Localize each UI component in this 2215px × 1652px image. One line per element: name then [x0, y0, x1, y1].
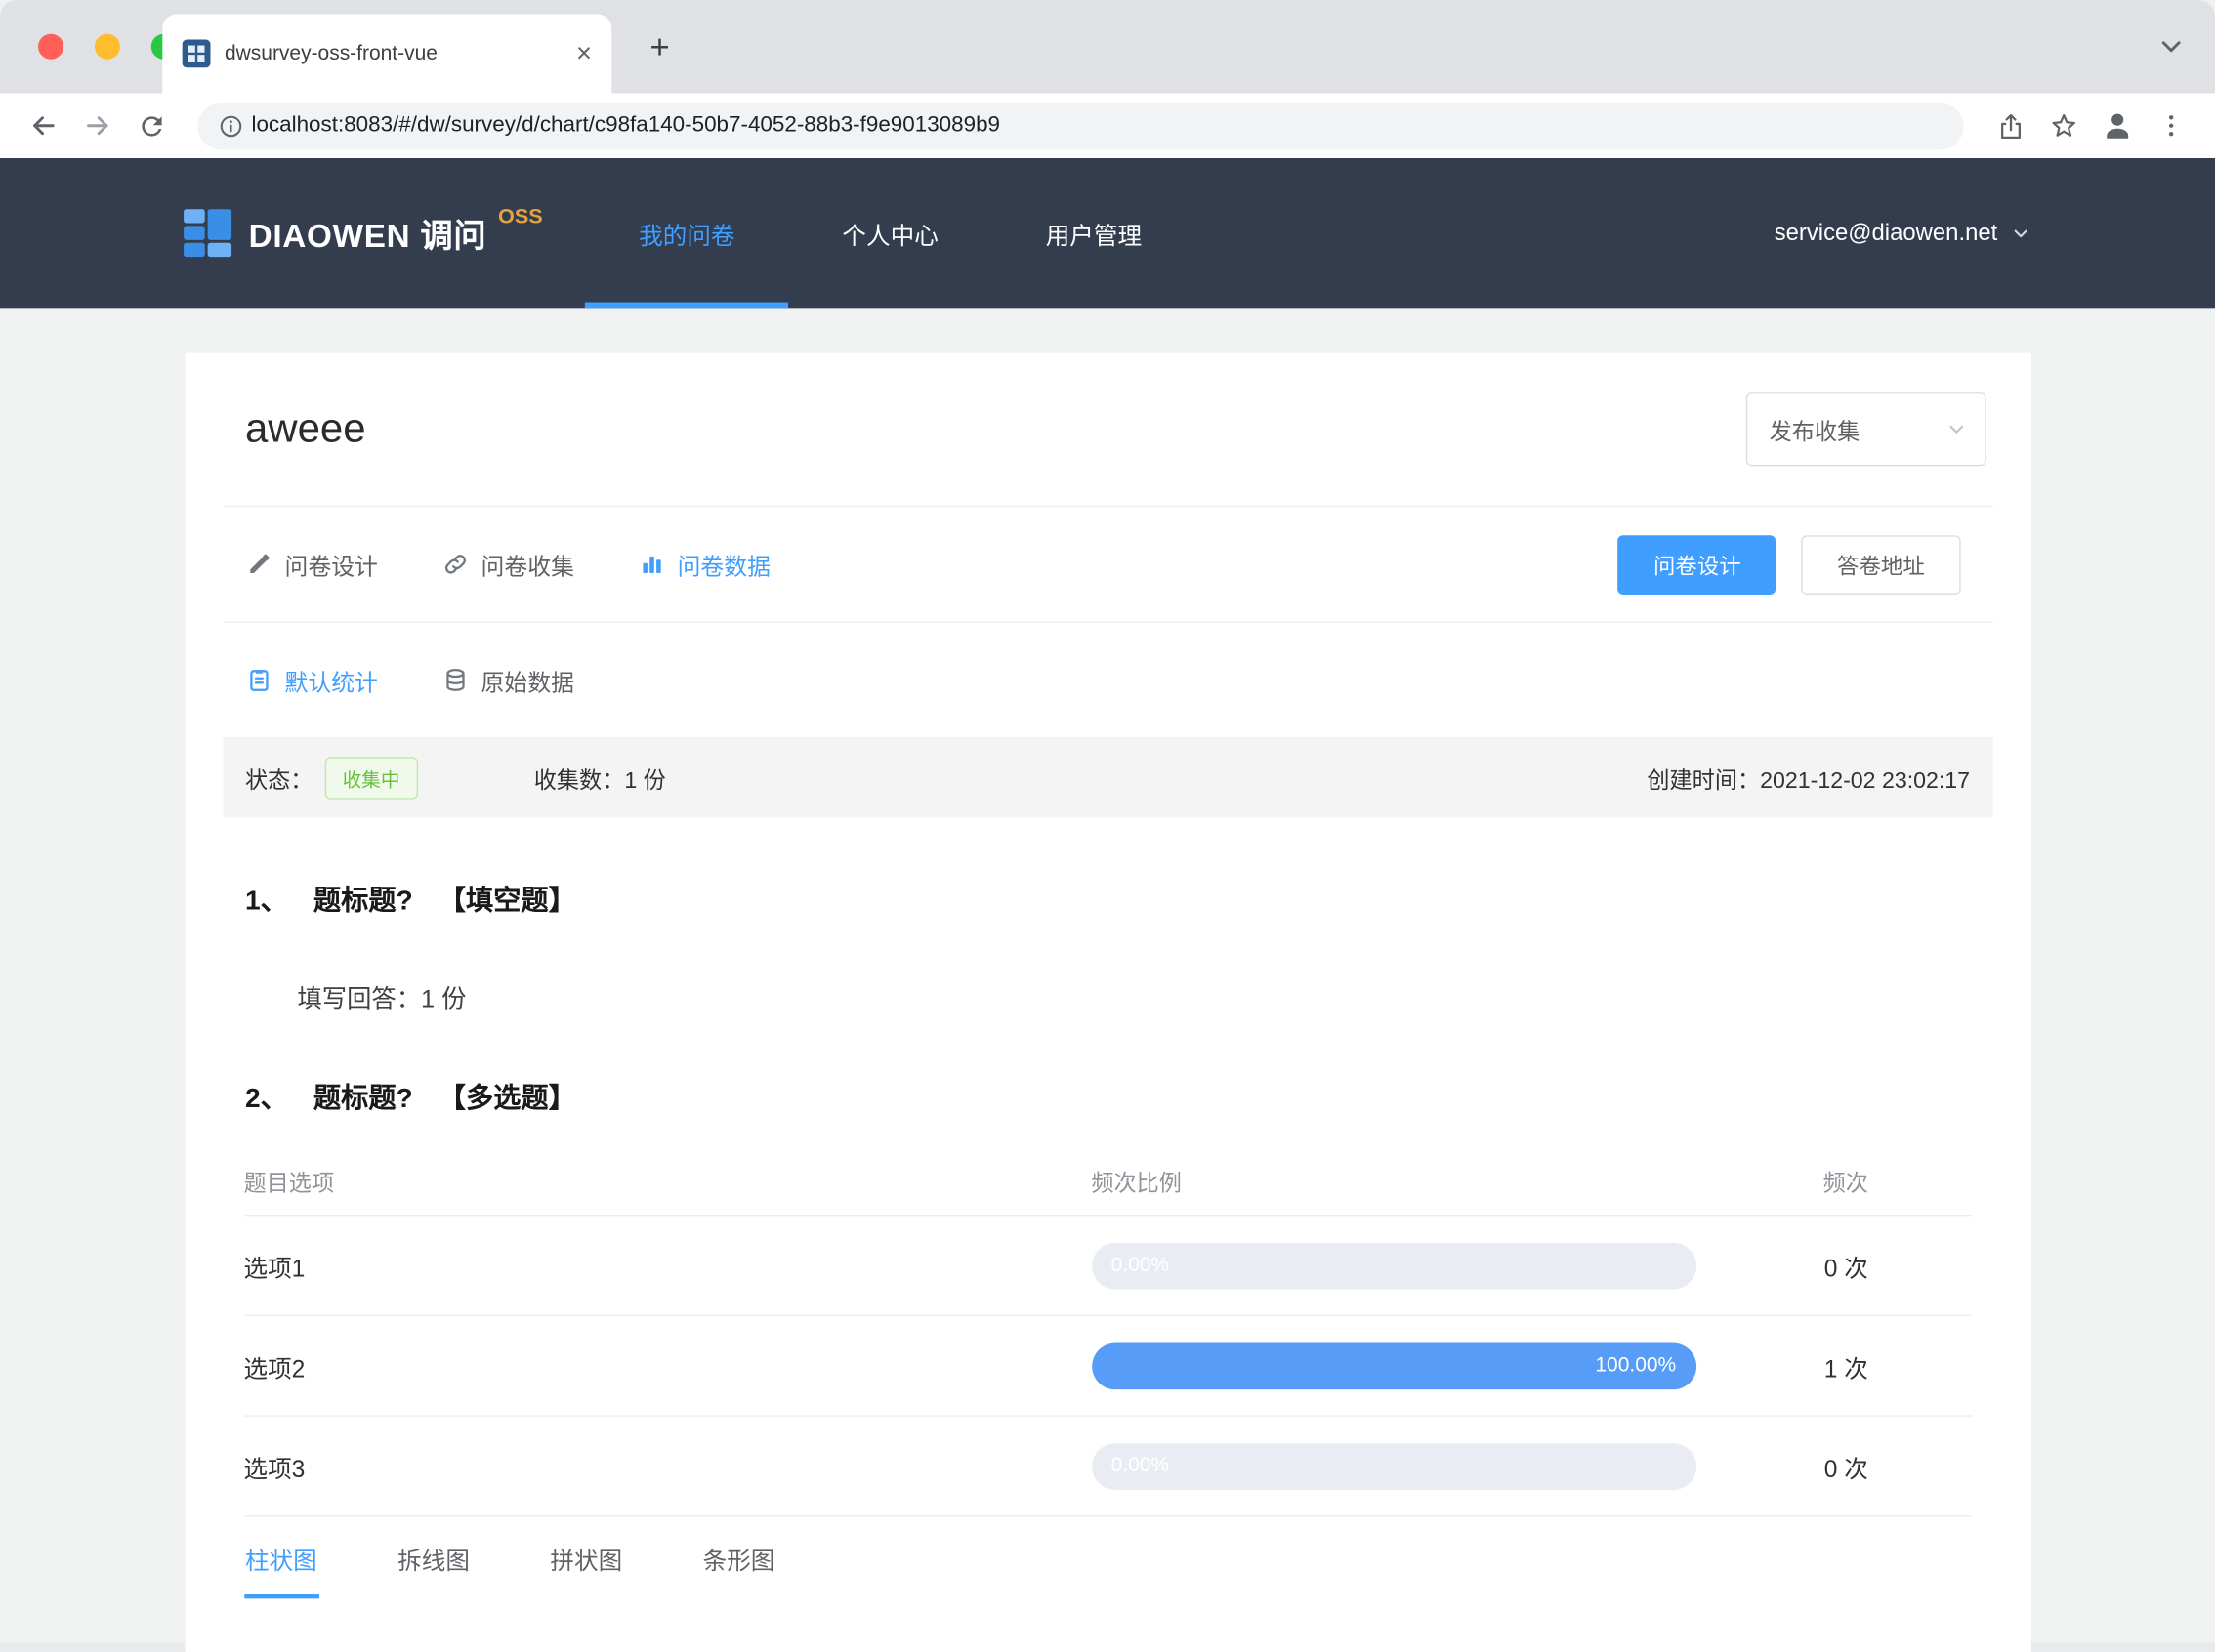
tab-survey-data[interactable]: 问卷数据	[638, 547, 771, 581]
status-bar: 状态： 收集中 收集数：1 份 创建时间：2021-12-02 23:02:17	[222, 737, 1993, 818]
col-header-frequency: 频次	[1822, 1172, 1868, 1197]
option-label: 选项3	[243, 1455, 306, 1483]
answer-address-button[interactable]: 答卷地址	[1801, 534, 1960, 595]
toolbar-actions	[1984, 99, 2198, 152]
app-header: DIAOWEN 调问 OSS 我的问卷 个人中心 用户管理 service@di…	[0, 158, 2215, 309]
site-info-icon[interactable]	[209, 104, 251, 146]
publish-collect-dropdown[interactable]: 发布收集	[1745, 392, 1985, 467]
created-time: 创建时间：2021-12-02 23:02:17	[1647, 768, 1971, 794]
section-tab-row: 问卷设计 问卷收集 问卷数据 问卷设计 答卷地址	[185, 507, 2030, 621]
question-2-title: 2、 题标题? 【多选题】	[244, 1083, 576, 1115]
macos-window-controls	[38, 33, 177, 60]
pencil-icon	[245, 551, 272, 577]
tab-title: dwsurvey-oss-front-vue	[224, 42, 438, 65]
tab-raw-data[interactable]: 原始数据	[441, 663, 574, 697]
frequency-value: 0 次	[1823, 1255, 1868, 1282]
progress-bar: 100.00%	[1091, 1342, 1696, 1389]
nav-item-my-surveys[interactable]: 我的问卷	[585, 158, 789, 309]
database-icon	[441, 667, 468, 693]
brand-name: DIAOWEN 调问	[248, 217, 487, 255]
progress-bar: 0.00%	[1091, 1442, 1696, 1490]
tab-survey-collect[interactable]: 问卷收集	[441, 547, 574, 581]
chevron-down-icon	[1944, 418, 1967, 440]
option-label: 选项1	[243, 1255, 306, 1282]
table-header-row: 题目选项 频次比例 频次	[244, 1147, 1972, 1215]
frequency-value: 0 次	[1823, 1455, 1868, 1483]
option-label: 选项2	[243, 1354, 306, 1383]
option-frequency-table: 题目选项 频次比例 频次 选项1 0.00% 0 次 选项2 100.00% 1…	[243, 1147, 1972, 1517]
browser-toolbar: localhost:8083/#/dw/survey/d/chart/c98fa…	[0, 93, 2215, 159]
bookmark-star-icon[interactable]	[2037, 99, 2091, 152]
table-row: 选项2 100.00% 1 次	[243, 1314, 1972, 1416]
header-actions: 问卷设计 答卷地址	[1617, 534, 1960, 595]
status-badge: 收集中	[323, 756, 419, 799]
close-window-button[interactable]	[38, 33, 64, 60]
tab-favicon-icon	[182, 39, 211, 68]
link-icon	[441, 551, 468, 577]
account-email: service@diaowen.net	[1774, 219, 1998, 245]
survey-title: aweee	[244, 406, 366, 452]
survey-card: aweee 发布收集 问卷设计 问卷收集 问卷数据 问卷设计 答卷地址 默认统计…	[184, 352, 2031, 1652]
account-menu[interactable]: service@diaowen.net	[1775, 158, 2031, 308]
share-icon[interactable]	[1984, 99, 2037, 152]
address-bar[interactable]: localhost:8083/#/dw/survey/d/chart/c98fa…	[197, 102, 1964, 149]
table-row: 选项3 0.00% 0 次	[243, 1415, 1972, 1515]
survey-header: aweee 发布收集	[185, 353, 2030, 467]
stat-tab-row: 默认统计 原始数据	[185, 623, 2030, 737]
question-1-title: 1、 题标题? 【填空题】	[244, 885, 576, 917]
table-row: 选项1 0.00% 0 次	[243, 1214, 1972, 1315]
tab-search-chevron-icon[interactable]	[2155, 31, 2187, 62]
tab-column-chart[interactable]: 柱状图	[243, 1516, 319, 1599]
col-header-ratio: 频次比例	[1091, 1172, 1182, 1197]
bar-label: 100.00%	[1595, 1353, 1677, 1377]
main-navigation: 我的问卷 个人中心 用户管理	[585, 158, 1195, 309]
question-1-answer: 填写回答：1 份	[297, 984, 467, 1013]
tab-close-icon[interactable]: ×	[576, 40, 592, 66]
nav-item-user-management[interactable]: 用户管理	[992, 158, 1195, 308]
diaowen-logo-icon	[184, 209, 232, 258]
forward-icon[interactable]	[70, 99, 124, 152]
browser-menu-icon[interactable]	[2145, 99, 2198, 152]
app-logo[interactable]: DIAOWEN 调问 OSS	[184, 158, 543, 308]
frequency-value: 1 次	[1823, 1354, 1868, 1383]
minimize-window-button[interactable]	[94, 33, 120, 60]
survey-design-button[interactable]: 问卷设计	[1617, 534, 1776, 595]
page-body: aweee 发布收集 问卷设计 问卷收集 问卷数据 问卷设计 答卷地址 默认统计…	[0, 308, 2215, 1652]
status-label: 状态：	[244, 768, 313, 794]
browser-window: dwsurvey-oss-front-vue × + localhost:808…	[0, 0, 2215, 1652]
profile-avatar-icon[interactable]	[2091, 99, 2145, 152]
question-1: 1、 题标题? 【填空题】 填写回答：1 份	[185, 877, 2030, 1015]
bar-label: 0.00%	[1110, 1253, 1170, 1276]
back-icon[interactable]	[17, 99, 70, 152]
tab-pie-chart[interactable]: 拼状图	[549, 1516, 624, 1598]
bar-label: 0.00%	[1110, 1454, 1170, 1477]
tab-bar-chart[interactable]: 条形图	[701, 1516, 776, 1598]
tab-line-chart[interactable]: 拆线图	[397, 1516, 472, 1598]
col-header-option: 题目选项	[243, 1172, 335, 1197]
browser-tab-strip: dwsurvey-oss-front-vue × +	[0, 0, 2215, 94]
tab-default-statistics[interactable]: 默认统计	[245, 663, 378, 697]
url-text: localhost:8083/#/dw/survey/d/chart/c98fa…	[251, 112, 1001, 138]
nav-item-personal-center[interactable]: 个人中心	[788, 158, 991, 308]
tab-survey-design[interactable]: 问卷设计	[245, 547, 378, 581]
new-tab-button[interactable]: +	[639, 26, 681, 68]
clipboard-icon	[245, 667, 272, 693]
oss-badge: OSS	[497, 204, 543, 228]
browser-tab[interactable]: dwsurvey-oss-front-vue ×	[162, 14, 612, 94]
question-2: 2、 题标题? 【多选题】	[185, 1075, 2030, 1116]
chevron-down-icon	[2010, 223, 2031, 244]
progress-bar: 0.00%	[1091, 1242, 1696, 1289]
reload-icon[interactable]	[124, 99, 178, 152]
chart-type-tabs: 柱状图 拆线图 拼状图 条形图	[185, 1516, 2030, 1599]
bar-chart-icon	[638, 551, 664, 577]
collect-count: 收集数：1 份	[533, 768, 666, 794]
